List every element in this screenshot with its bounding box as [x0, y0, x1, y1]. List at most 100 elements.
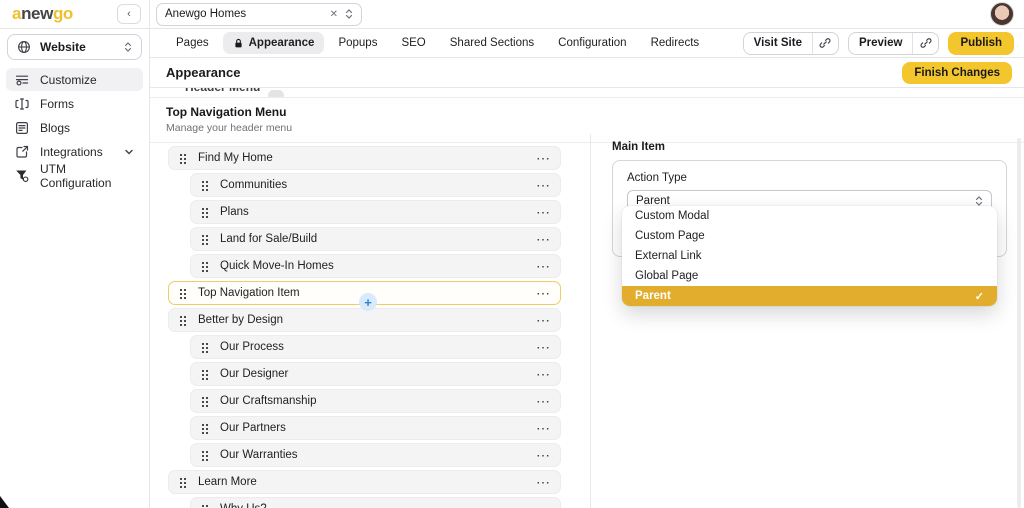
item-menu-button[interactable]: ⋯: [536, 342, 550, 352]
menu-item-row[interactable]: Learn More ⋯: [168, 470, 561, 494]
menu-item-row[interactable]: Plans ⋯: [190, 200, 561, 224]
dropdown-option-external-link[interactable]: External Link: [622, 246, 997, 266]
tab-popups[interactable]: Popups: [328, 32, 387, 54]
menu-item-row[interactable]: Communities ⋯: [190, 173, 561, 197]
visit-site-link-button[interactable]: [813, 33, 838, 54]
logo-part: go: [53, 4, 73, 23]
finish-changes-button[interactable]: Finish Changes: [902, 62, 1012, 84]
logo-part: new: [21, 4, 53, 23]
menu-item-row[interactable]: Why Us? ⋯: [190, 497, 561, 508]
select-stepper-icon: [124, 41, 132, 53]
chevron-down-icon: [124, 147, 134, 157]
app-screen: anewgo ‹ Website Customize: [0, 0, 1024, 508]
option-label: Custom Modal: [635, 210, 709, 222]
tab-label: Pages: [176, 37, 209, 49]
select-stepper-icon: [345, 8, 353, 20]
site-selector[interactable]: Anewgo Homes ✕: [156, 3, 362, 26]
tab-label: Popups: [338, 37, 377, 49]
item-menu-button[interactable]: ⋯: [536, 234, 550, 244]
item-menu-button[interactable]: ⋯: [536, 423, 550, 433]
menu-item-row[interactable]: Quick Move-In Homes ⋯: [190, 254, 561, 278]
dropdown-option-parent[interactable]: Parent ✓: [622, 286, 997, 306]
item-menu-button[interactable]: ⋯: [536, 207, 550, 217]
visit-site-label[interactable]: Visit Site: [744, 33, 813, 54]
blogs-icon: [15, 121, 29, 135]
tab-redirects[interactable]: Redirects: [641, 32, 710, 54]
tab-configuration[interactable]: Configuration: [548, 32, 636, 54]
publish-button[interactable]: Publish: [948, 32, 1014, 55]
item-menu-button[interactable]: ⋯: [536, 288, 550, 298]
item-menu-button[interactable]: ⋯: [536, 504, 550, 508]
tab-seo[interactable]: SEO: [391, 32, 435, 54]
menu-item-row[interactable]: Our Process ⋯: [190, 335, 561, 359]
sidebar-nav: Customize Forms Blogs Integrations: [0, 64, 149, 191]
option-label: Parent: [635, 290, 671, 302]
sidebar-item-label: Integrations: [40, 145, 103, 159]
sidebar-collapse-button[interactable]: ‹: [117, 4, 141, 24]
utm-icon: [15, 169, 29, 183]
dropdown-option-custom-modal[interactable]: Custom Modal: [622, 206, 997, 226]
drag-handle-icon[interactable]: [179, 287, 187, 299]
menu-item-label: Why Us?: [220, 503, 267, 508]
sidebar-item-integrations[interactable]: Integrations: [6, 140, 143, 163]
item-menu-button[interactable]: ⋯: [536, 477, 550, 487]
dropdown-option-custom-page[interactable]: Custom Page: [622, 226, 997, 246]
add-item-button[interactable]: +: [359, 293, 377, 311]
user-avatar[interactable]: [990, 2, 1014, 26]
drag-handle-icon[interactable]: [201, 422, 209, 434]
item-menu-button[interactable]: ⋯: [536, 369, 550, 379]
clear-icon[interactable]: ✕: [330, 9, 338, 20]
integrations-icon: [15, 145, 29, 159]
drag-handle-icon[interactable]: [201, 260, 209, 272]
drag-handle-icon[interactable]: [179, 476, 187, 488]
drag-handle-icon[interactable]: [201, 179, 209, 191]
item-menu-button[interactable]: ⋯: [536, 153, 550, 163]
menu-item-label: Quick Move-In Homes: [220, 260, 334, 272]
tab-shared-sections[interactable]: Shared Sections: [440, 32, 544, 54]
link-icon: [819, 37, 831, 49]
item-menu-button[interactable]: ⋯: [536, 180, 550, 190]
menu-item-label: Plans: [220, 206, 249, 218]
menu-item-row[interactable]: Our Craftsmanship ⋯: [190, 389, 561, 413]
drag-handle-icon[interactable]: [201, 449, 209, 461]
menu-item-row[interactable]: Our Warranties ⋯: [190, 443, 561, 467]
drag-handle-icon[interactable]: [179, 314, 187, 326]
tab-label: SEO: [401, 37, 425, 49]
drag-handle-icon[interactable]: [201, 233, 209, 245]
website-select[interactable]: Website: [7, 34, 142, 60]
drag-handle-icon[interactable]: [201, 341, 209, 353]
site-selector-value: Anewgo Homes: [165, 8, 323, 20]
content-area: Header Menu Top Navigation Menu Manage y…: [150, 88, 1024, 508]
drag-handle-icon[interactable]: [179, 152, 187, 164]
menu-item-row[interactable]: Land for Sale/Build ⋯: [190, 227, 561, 251]
sidebar-item-blogs[interactable]: Blogs: [6, 116, 143, 139]
drag-handle-icon[interactable]: [201, 368, 209, 380]
menu-item-label: Our Craftsmanship: [220, 395, 317, 407]
tab-label: Redirects: [651, 37, 700, 49]
check-icon: ✓: [975, 290, 984, 303]
preview-label[interactable]: Preview: [849, 33, 913, 54]
menu-item-row[interactable]: Better by Design ⋯: [168, 308, 561, 332]
sidebar-item-customize[interactable]: Customize: [6, 68, 143, 91]
lock-icon: [233, 38, 244, 49]
drag-handle-icon[interactable]: [201, 395, 209, 407]
dropdown-option-global-page[interactable]: Global Page: [622, 266, 997, 286]
item-menu-button[interactable]: ⋯: [536, 396, 550, 406]
menu-item-row[interactable]: Our Partners ⋯: [190, 416, 561, 440]
vertical-scrollbar[interactable]: [1017, 138, 1021, 508]
plus-icon: +: [364, 295, 372, 310]
sidebar-item-utm-configuration[interactable]: UTM Configuration: [6, 164, 143, 187]
tab-appearance[interactable]: Appearance: [223, 32, 325, 54]
drag-handle-icon[interactable]: [201, 206, 209, 218]
tab-bar: Pages Appearance Popups SEO Shared Secti…: [150, 29, 1024, 58]
preview-link-button[interactable]: [913, 33, 938, 54]
item-menu-button[interactable]: ⋯: [536, 261, 550, 271]
menu-item-row[interactable]: Find My Home ⋯: [168, 146, 561, 170]
sidebar-item-forms[interactable]: Forms: [6, 92, 143, 115]
menu-item-row[interactable]: Our Designer ⋯: [190, 362, 561, 386]
info-icon: [268, 90, 284, 97]
drag-handle-icon[interactable]: [201, 503, 209, 508]
item-menu-button[interactable]: ⋯: [536, 315, 550, 325]
tab-pages[interactable]: Pages: [166, 32, 219, 54]
item-menu-button[interactable]: ⋯: [536, 450, 550, 460]
